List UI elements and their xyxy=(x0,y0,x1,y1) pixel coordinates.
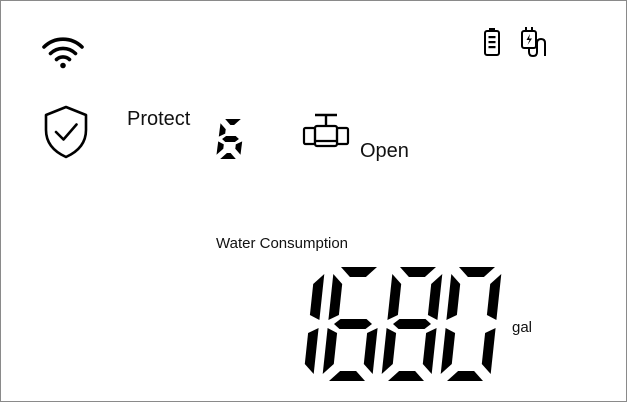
digit-3-segment-b xyxy=(486,274,502,320)
digit-2-segment-d xyxy=(388,371,424,381)
digit-1-segment-c xyxy=(363,328,378,374)
water-consumption-label: Water Consumption xyxy=(216,235,348,252)
seven-segment-display xyxy=(304,267,502,381)
digit-2-segment-g xyxy=(393,319,431,329)
digit-0-segment-d xyxy=(220,153,236,159)
digit-3-segment-d xyxy=(447,371,483,381)
digit-1-segment-a xyxy=(341,267,377,277)
digit-2-segment-f xyxy=(387,274,402,320)
digit-0-segment-b xyxy=(309,274,325,320)
digit-0-segment-a xyxy=(225,119,241,125)
digit-2-segment-e xyxy=(381,328,397,374)
digit-0-segment-f xyxy=(218,123,226,137)
digit-0-segment-c xyxy=(235,141,243,155)
protect-label: Protect xyxy=(127,108,191,130)
power-adapter-icon xyxy=(520,25,554,59)
digit-0-segment-g xyxy=(222,136,239,142)
valve-state-label: Open xyxy=(360,140,409,162)
protect-level-digit xyxy=(216,119,252,163)
seven-segment-digit xyxy=(216,119,243,159)
digit-0-segment-e xyxy=(216,141,224,155)
shield-check-icon xyxy=(43,104,89,160)
digit-1-segment-f xyxy=(328,274,343,320)
digit-3-segment-c xyxy=(481,328,496,374)
digit-3-segment-e xyxy=(440,328,456,374)
digit-2-segment-c xyxy=(422,328,437,374)
digit-1-segment-d xyxy=(329,371,365,381)
digit-3-segment-f xyxy=(446,274,461,320)
consumption-unit-label: gal xyxy=(512,319,533,336)
digit-3-segment-a xyxy=(459,267,495,277)
digit-1-segment-e xyxy=(322,328,338,374)
digit-1-segment-g xyxy=(334,319,372,329)
digit-0-segment-c xyxy=(304,328,319,374)
valve-icon xyxy=(301,113,351,159)
water-consumption-value xyxy=(263,267,511,385)
battery-icon xyxy=(483,27,501,57)
digit-2-segment-a xyxy=(400,267,436,277)
wifi-icon xyxy=(41,35,85,69)
digit-2-segment-b xyxy=(427,274,443,320)
device-display-panel: Protect Open Water Consumption gal xyxy=(0,0,627,402)
